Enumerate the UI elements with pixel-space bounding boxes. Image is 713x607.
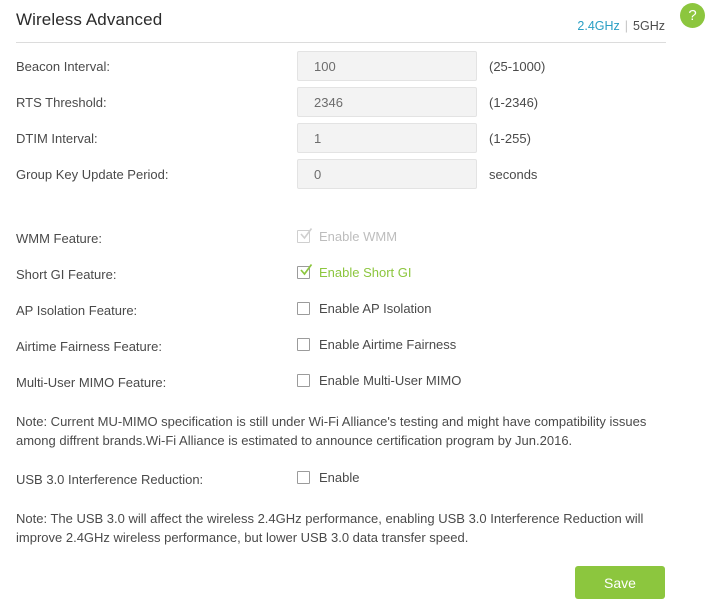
label-group-key-update-period: Group Key Update Period: <box>16 167 169 182</box>
band-switch: 2.4GHz | 5GHz <box>577 19 665 33</box>
row-dtim-interval: DTIM Interval: (1-255) <box>0 123 713 159</box>
action-bar: Save <box>0 566 713 600</box>
note-mu-mimo: Note: Current MU-MIMO specification is s… <box>16 414 647 448</box>
wmm-feature-label: Enable WMM <box>319 229 398 244</box>
ap-isolation-feature-label: Enable AP Isolation <box>319 301 432 316</box>
checkbox-box-icon <box>297 374 310 387</box>
row-rts-threshold: RTS Threshold: (1-2346) <box>0 87 713 123</box>
note-usb3: Note: The USB 3.0 will affect the wirele… <box>16 511 644 545</box>
row-short-gi-feature: Short GI Feature: Enable Short GI <box>0 259 713 295</box>
label-usb3-interference-reduction: USB 3.0 Interference Reduction: <box>16 472 204 487</box>
beacon-interval-input[interactable] <box>297 51 477 81</box>
dtim-interval-input[interactable] <box>297 123 477 153</box>
group-key-update-period-input[interactable] <box>297 159 477 189</box>
checkmark-icon <box>300 228 313 240</box>
short-gi-feature-checkbox[interactable]: Enable Short GI <box>297 263 412 280</box>
hint-group-key-update-period: seconds <box>489 167 538 182</box>
label-beacon-interval: Beacon Interval: <box>16 59 110 74</box>
checkbox-box-icon <box>297 338 310 351</box>
checkmark-icon <box>300 263 313 276</box>
usb3-interference-reduction-label: Enable <box>319 470 360 485</box>
band-tab-24ghz[interactable]: 2.4GHz <box>577 19 619 33</box>
rts-threshold-input[interactable] <box>297 87 477 117</box>
row-beacon-interval: Beacon Interval: (25-1000) <box>0 51 713 87</box>
band-tab-5ghz[interactable]: 5GHz <box>633 19 665 33</box>
page-title: Wireless Advanced <box>16 10 163 29</box>
wmm-feature-checkbox: Enable WMM <box>297 228 398 244</box>
checkbox-box-icon <box>297 302 310 315</box>
hint-rts-threshold: (1-2346) <box>489 95 539 110</box>
hint-beacon-interval: (25-1000) <box>489 59 546 74</box>
row-multi-user-mimo-feature: Multi-User MIMO Feature: Enable Multi-Us… <box>0 367 713 403</box>
band-separator: | <box>624 19 629 33</box>
help-icon[interactable]: ? <box>680 3 705 28</box>
multi-user-mimo-feature-checkbox[interactable]: Enable Multi-User MIMO <box>297 373 461 388</box>
row-group-key-update-period: Group Key Update Period: seconds <box>0 159 713 195</box>
checkbox-box-icon <box>297 228 313 243</box>
airtime-fairness-feature-label: Enable Airtime Fairness <box>319 337 457 352</box>
multi-user-mimo-feature-label: Enable Multi-User MIMO <box>319 373 462 388</box>
label-short-gi-feature: Short GI Feature: <box>16 267 117 282</box>
label-dtim-interval: DTIM Interval: <box>16 131 98 146</box>
page-header: Wireless Advanced 2.4GHz | 5GHz ? <box>0 0 713 43</box>
checkbox-box-icon <box>297 471 310 484</box>
checkbox-box-icon <box>297 263 313 279</box>
save-button[interactable]: Save <box>575 566 665 599</box>
usb3-interference-reduction-checkbox[interactable]: Enable <box>297 470 359 485</box>
settings-form: Beacon Interval: (25-1000) RTS Threshold… <box>0 42 713 547</box>
row-wmm-feature: WMM Feature: Enable WMM <box>0 223 713 259</box>
hint-dtim-interval: (1-255) <box>489 131 531 146</box>
short-gi-feature-label: Enable Short GI <box>319 265 412 280</box>
row-airtime-fairness-feature: Airtime Fairness Feature: Enable Airtime… <box>0 331 713 367</box>
label-airtime-fairness-feature: Airtime Fairness Feature: <box>16 339 162 354</box>
label-rts-threshold: RTS Threshold: <box>16 95 107 110</box>
label-multi-user-mimo-feature: Multi-User MIMO Feature: <box>16 375 167 390</box>
label-wmm-feature: WMM Feature: <box>16 231 102 246</box>
row-usb3-interference-reduction: USB 3.0 Interference Reduction: Enable <box>0 464 713 500</box>
airtime-fairness-feature-checkbox[interactable]: Enable Airtime Fairness <box>297 337 456 352</box>
ap-isolation-feature-checkbox[interactable]: Enable AP Isolation <box>297 301 432 316</box>
label-ap-isolation-feature: AP Isolation Feature: <box>16 303 138 318</box>
row-ap-isolation-feature: AP Isolation Feature: Enable AP Isolatio… <box>0 295 713 331</box>
